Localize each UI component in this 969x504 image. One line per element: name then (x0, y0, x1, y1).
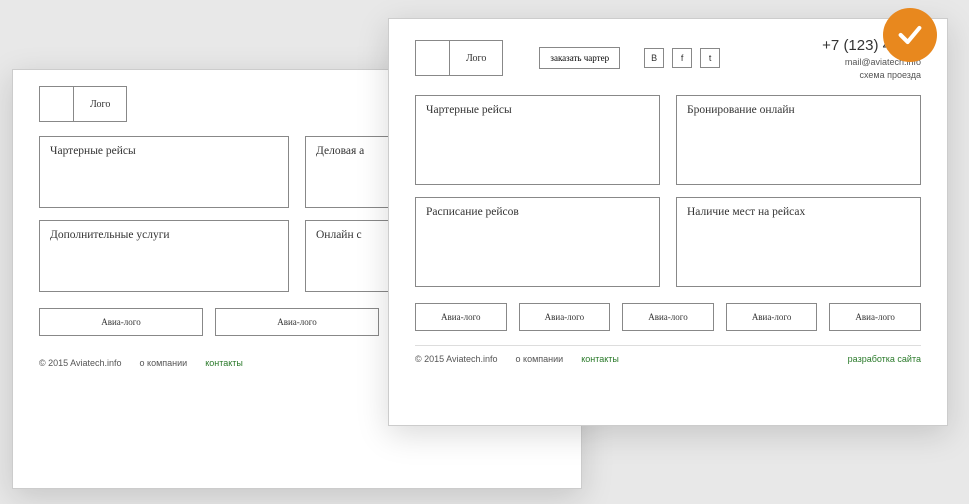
card-extra-services[interactable]: Дополнительные услуги (39, 220, 289, 292)
card-title: Наличие мест на рейсах (687, 206, 805, 218)
social-twitter-icon[interactable]: t (700, 48, 720, 68)
contacts-link[interactable]: контакты (581, 354, 619, 364)
card-title: Онлайн с (316, 229, 362, 241)
copyright: © 2015 Aviatech.info (415, 354, 498, 364)
social-vk-icon[interactable]: В (644, 48, 664, 68)
card-title: Чартерные рейсы (50, 145, 136, 157)
wireframe-front: Лого заказать чартер В f t +7 (123) 45-6… (388, 18, 948, 426)
developer-link[interactable]: разработка сайта (848, 354, 921, 364)
logo-image-placeholder (416, 41, 450, 75)
card-charter-flights[interactable]: Чартерные рейсы (39, 136, 289, 208)
logo-image-placeholder (40, 87, 74, 121)
card-title: Деловая а (316, 145, 364, 157)
partner-logo[interactable]: Авиа-лого (519, 303, 611, 331)
social-facebook-icon[interactable]: f (672, 48, 692, 68)
card-charter-flights[interactable]: Чартерные рейсы (415, 95, 660, 185)
partner-logo[interactable]: Авиа-лого (215, 308, 379, 336)
header: Лого заказать чартер В f t +7 (123) 45-6… (415, 35, 921, 81)
partner-logo[interactable]: Авиа-лого (415, 303, 507, 331)
card-title: Дополнительные услуги (50, 229, 170, 241)
logo-label: Лого (74, 99, 126, 110)
card-seat-availability[interactable]: Наличие мест на рейсах (676, 197, 921, 287)
card-title: Бронирование онлайн (687, 104, 795, 116)
card-title: Расписание рейсов (426, 206, 519, 218)
contacts-link[interactable]: контакты (205, 358, 243, 368)
copyright: © 2015 Aviatech.info (39, 358, 122, 368)
card-schedule[interactable]: Расписание рейсов (415, 197, 660, 287)
about-link[interactable]: о компании (140, 358, 188, 368)
partner-logo-row: Авиа-лого Авиа-лого Авиа-лого Авиа-лого … (415, 303, 921, 331)
map-link[interactable]: схема проезда (822, 69, 921, 82)
partner-logo[interactable]: Авиа-лого (622, 303, 714, 331)
about-link[interactable]: о компании (516, 354, 564, 364)
order-charter-button[interactable]: заказать чартер (539, 47, 620, 69)
partner-logo[interactable]: Авиа-лого (726, 303, 818, 331)
footer: © 2015 Aviatech.info о компании контакты… (415, 345, 921, 364)
card-title: Чартерные рейсы (426, 104, 512, 116)
partner-logo[interactable]: Авиа-лого (39, 308, 203, 336)
logo-label: Лого (450, 53, 502, 64)
logo[interactable]: Лого (39, 86, 127, 122)
logo[interactable]: Лого (415, 40, 503, 76)
approved-badge-icon (883, 8, 937, 62)
card-grid: Чартерные рейсы Бронирование онлайн Расп… (415, 95, 921, 287)
card-online-booking[interactable]: Бронирование онлайн (676, 95, 921, 185)
partner-logo[interactable]: Авиа-лого (829, 303, 921, 331)
check-icon (896, 21, 924, 49)
